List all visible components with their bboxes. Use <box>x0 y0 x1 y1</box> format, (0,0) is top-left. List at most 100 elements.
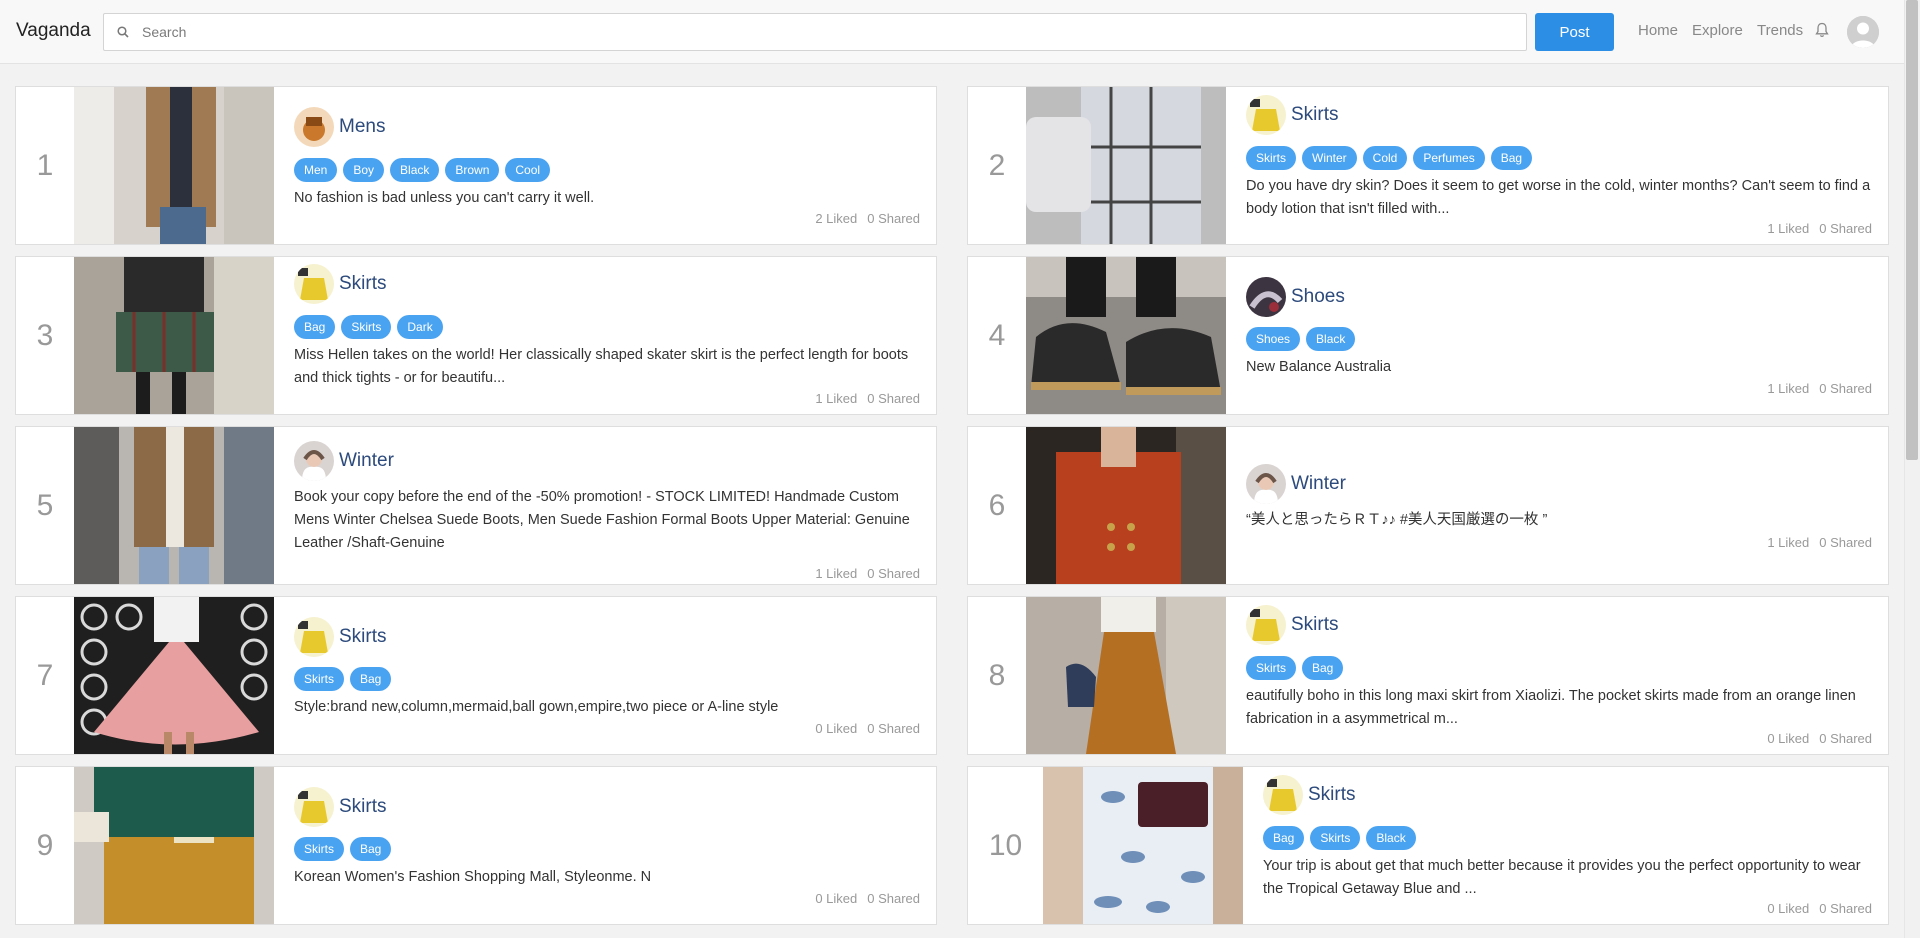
post-image[interactable] <box>1026 427 1226 584</box>
post-description: Your trip is about get that much better … <box>1263 858 1861 897</box>
post-image[interactable] <box>1026 87 1226 244</box>
category-avatar[interactable] <box>294 617 334 657</box>
tag-chip[interactable]: Skirts <box>1246 656 1296 680</box>
tag-chip[interactable]: Cold <box>1362 146 1408 170</box>
liked-count: 0 Liked <box>815 721 858 736</box>
shared-count: 0 Shared <box>867 721 920 736</box>
liked-count: 0 Liked <box>1767 901 1810 916</box>
search-box[interactable] <box>103 13 1527 51</box>
rank-number: 6 <box>988 488 1006 522</box>
tag-chip[interactable]: Skirts <box>341 315 392 339</box>
category-title[interactable]: Skirts <box>1291 614 1339 636</box>
shared-count: 0 Shared <box>1819 221 1872 236</box>
post-image[interactable] <box>74 767 274 924</box>
post-card[interactable]: 4 Shoes Shoes Black New Balance Australi… <box>967 256 1889 415</box>
tag-chip[interactable]: Brown <box>445 158 500 182</box>
shared-count: 0 Shared <box>867 566 920 581</box>
liked-count: 1 Liked <box>1767 381 1810 396</box>
rank-number: 7 <box>36 658 54 692</box>
brand-logo[interactable]: Vaganda <box>16 20 91 42</box>
tag-chip[interactable]: Bag <box>1263 826 1305 850</box>
shared-count: 0 Shared <box>867 391 920 406</box>
category-title[interactable]: Winter <box>339 450 394 472</box>
scrollbar-thumb[interactable] <box>1906 0 1918 460</box>
liked-count: 1 Liked <box>815 566 858 581</box>
rank-number: 9 <box>36 828 54 862</box>
post-button[interactable]: Post <box>1535 13 1614 51</box>
shared-count: 0 Shared <box>1819 731 1872 746</box>
category-avatar[interactable] <box>294 787 334 827</box>
tag-chip[interactable]: Winter <box>1302 146 1357 170</box>
post-card[interactable]: 1 Mens Men Boy Black Brown Cool No fashi… <box>15 86 937 245</box>
category-avatar[interactable] <box>1246 277 1286 317</box>
user-avatar[interactable] <box>1847 16 1879 48</box>
tag-chip[interactable]: Bag <box>350 667 392 691</box>
category-avatar[interactable] <box>1246 605 1286 645</box>
post-description: “美人と思ったらＲＴ♪♪ #美人天国厳選の一枚 ” <box>1246 512 1548 528</box>
liked-count: 0 Liked <box>1767 731 1810 746</box>
post-image[interactable] <box>74 597 274 754</box>
category-avatar[interactable] <box>1246 95 1286 135</box>
category-title[interactable]: Winter <box>1291 473 1346 495</box>
post-image[interactable] <box>1043 767 1243 924</box>
category-title[interactable]: Skirts <box>1291 104 1339 126</box>
tag-chip[interactable]: Bag <box>294 315 336 339</box>
liked-count: 1 Liked <box>1767 535 1810 550</box>
nav-explore-link[interactable]: Explore <box>1692 22 1743 39</box>
post-description: No fashion is bad unless you can't carry… <box>294 190 595 206</box>
category-title[interactable]: Shoes <box>1291 286 1345 308</box>
post-card[interactable]: 5 Winter Book your copy before the end o… <box>15 426 937 585</box>
tag-chip[interactable]: Shoes <box>1246 327 1301 351</box>
post-card[interactable]: 2 Skirts Skirts Winter Cold Perfumes Bag <box>967 86 1889 245</box>
nav-trends-link[interactable]: Trends <box>1757 22 1803 39</box>
post-card[interactable]: 7 Skirts Skirts Bag Style:brand new,colu… <box>15 596 937 755</box>
tag-chip[interactable]: Bag <box>1302 656 1344 680</box>
search-input[interactable] <box>142 14 1512 50</box>
post-image[interactable] <box>1026 257 1226 414</box>
post-description: Book your copy before the end of the -50… <box>294 489 910 551</box>
nav-home-link[interactable]: Home <box>1638 22 1678 39</box>
category-avatar[interactable] <box>294 107 334 147</box>
tag-list: Skirts Bag <box>1246 656 1344 680</box>
category-avatar[interactable] <box>294 441 334 481</box>
tag-chip[interactable]: Bag <box>350 837 392 861</box>
post-stats: 1 Liked 0 Shared <box>815 391 920 406</box>
tag-chip[interactable]: Men <box>294 158 338 182</box>
rank-number: 2 <box>988 148 1006 182</box>
post-card[interactable]: 6 Winter “美人と思ったらＲＴ♪♪ #美人天国厳選の一枚 ” 1 Lik… <box>967 426 1889 585</box>
post-image[interactable] <box>74 257 274 414</box>
tag-chip[interactable]: Skirts <box>1246 146 1296 170</box>
bell-icon[interactable] <box>1815 22 1829 38</box>
tag-chip[interactable]: Cool <box>505 158 551 182</box>
category-title[interactable]: Mens <box>339 116 385 138</box>
tag-chip[interactable]: Boy <box>343 158 385 182</box>
category-title[interactable]: Skirts <box>339 273 387 295</box>
post-stats: 0 Liked 0 Shared <box>815 721 920 736</box>
tag-chip[interactable]: Skirts <box>294 837 344 861</box>
tag-chip[interactable]: Bag <box>1490 146 1533 170</box>
tag-chip[interactable]: Black <box>390 158 440 182</box>
post-card[interactable]: 9 Skirts Skirts Bag Korean Women's Fashi… <box>15 766 937 925</box>
post-card[interactable]: 8 Skirts Skirts Bag eautifully boho in t… <box>967 596 1889 755</box>
category-title[interactable]: Skirts <box>1308 784 1356 806</box>
post-image[interactable] <box>74 87 274 244</box>
tag-chip[interactable]: Perfumes <box>1413 146 1485 170</box>
category-title[interactable]: Skirts <box>339 626 387 648</box>
shared-count: 0 Shared <box>867 891 920 906</box>
post-description: Do you have dry skin? Does it seem to ge… <box>1246 178 1871 217</box>
tag-chip[interactable]: Black <box>1306 327 1356 351</box>
category-avatar[interactable] <box>1246 464 1286 504</box>
tag-chip[interactable]: Black <box>1366 826 1416 850</box>
category-title[interactable]: Skirts <box>339 796 387 818</box>
tag-chip[interactable]: Skirts <box>294 667 344 691</box>
search-icon <box>117 26 129 38</box>
liked-count: 0 Liked <box>815 891 858 906</box>
post-card[interactable]: 3 Skirts Bag Skirts Dark Miss Hellen tak… <box>15 256 937 415</box>
tag-chip[interactable]: Skirts <box>1310 826 1361 850</box>
post-image[interactable] <box>1026 597 1226 754</box>
category-avatar[interactable] <box>1263 775 1303 815</box>
category-avatar[interactable] <box>294 264 334 304</box>
post-image[interactable] <box>74 427 274 584</box>
post-card[interactable]: 10 Skirts Bag Skirts Black Your trip is … <box>967 766 1889 925</box>
tag-chip[interactable]: Dark <box>397 315 443 339</box>
